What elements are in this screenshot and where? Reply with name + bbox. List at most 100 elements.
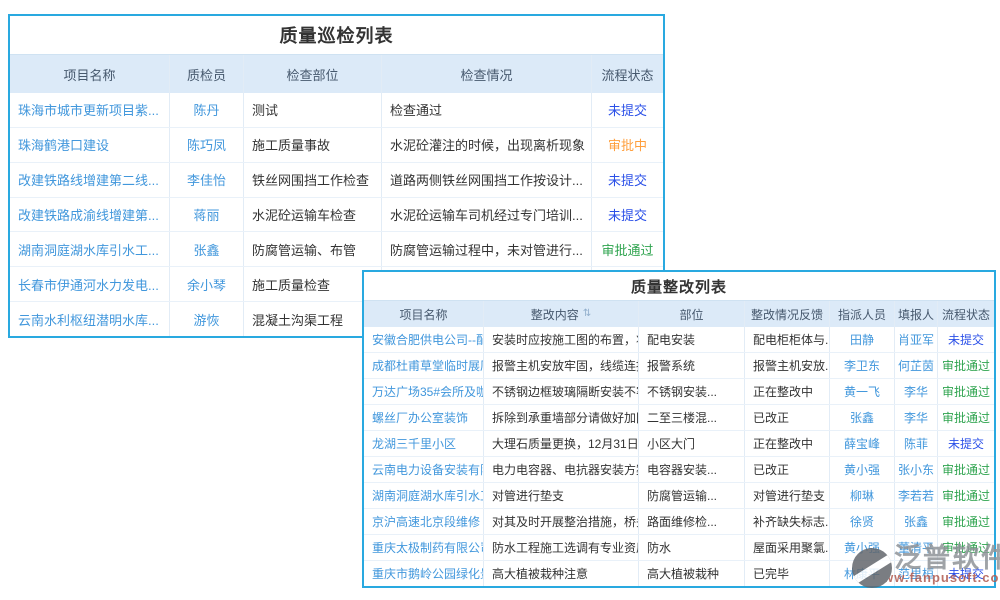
cell-link[interactable]: 万达广场35#会所及咖啡厅空... — [364, 379, 484, 404]
table-cell: 安装时应按施工图的布置，将... — [484, 327, 639, 352]
table-cell: 防水工程施工选调有专业资质... — [484, 535, 639, 560]
table-row[interactable]: 云南电力设备安装有限公司20...电力电容器、电抗器安装方案,...电容器安装.… — [364, 457, 994, 483]
cell-link[interactable]: 重庆市鹅岭公园绿化景观提升... — [364, 561, 484, 586]
cell-link[interactable]: 张小东 — [895, 457, 938, 482]
cell-link[interactable]: 黄小强 — [830, 535, 895, 560]
table-row[interactable]: 湖南洞庭湖水库引水工...张鑫防腐管运输、布管防腐管运输过程中，未对管进行...… — [10, 232, 663, 267]
column-header[interactable]: 检查部位 — [244, 55, 382, 93]
cell-link[interactable]: 黄一飞 — [830, 379, 895, 404]
cell-link[interactable]: 湖南洞庭湖水库引水工... — [10, 232, 170, 266]
table-row[interactable]: 龙湖三千里小区大理石质量更换，12月31日之...小区大门正在整改中薛宝峰陈菲未… — [364, 431, 994, 457]
cell-link[interactable]: 薛宝峰 — [830, 431, 895, 456]
cell-link[interactable]: 陈巧凤 — [170, 128, 244, 162]
column-header[interactable]: 整改内容 ⇅ — [484, 301, 639, 327]
column-header-label: 整改内容 — [531, 306, 579, 323]
table-body: 安徽合肥供电公司--配电设备...安装时应按施工图的布置，将...配电安装配电柜… — [364, 327, 994, 586]
column-header-label: 检查部位 — [286, 65, 338, 84]
cell-link[interactable]: 余小琴 — [170, 267, 244, 301]
table-cell: 测试 — [244, 93, 382, 127]
cell-link[interactable]: 田静 — [830, 327, 895, 352]
table-cell: 二至三楼混... — [639, 405, 745, 430]
column-header[interactable]: 项目名称 — [364, 301, 484, 327]
table-row[interactable]: 螺丝厂办公室装饰拆除到承重墙部分请做好加固...二至三楼混...已改正张鑫李华审… — [364, 405, 994, 431]
table-row[interactable]: 京沪高速北京段维修对其及时开展整治措施，桥头...路面维修检...补齐缺失标志.… — [364, 509, 994, 535]
column-header-label: 指派人员 — [838, 306, 886, 323]
cell-link[interactable]: 李华 — [895, 405, 938, 430]
status-text: 审批通过 — [938, 535, 994, 560]
cell-link[interactable]: 徐贤 — [830, 509, 895, 534]
table-cell: 不锈钢安装... — [639, 379, 745, 404]
cell-link[interactable]: 黄小强 — [830, 457, 895, 482]
status-text: 审批通过 — [592, 232, 663, 266]
cell-link[interactable]: 京沪高速北京段维修 — [364, 509, 484, 534]
table-cell: 电力电容器、电抗器安装方案,... — [484, 457, 639, 482]
column-header[interactable]: 部位 — [639, 301, 745, 327]
cell-link[interactable]: 重庆太极制药有限公司毫州中... — [364, 535, 484, 560]
cell-link[interactable]: 珠海鹤港口建设 — [10, 128, 170, 162]
cell-link[interactable]: 改建铁路成渝线增建第... — [10, 198, 170, 232]
column-header[interactable]: 填报人 — [895, 301, 938, 327]
cell-link[interactable]: 李卫东 — [830, 353, 895, 378]
table-row[interactable]: 改建铁路线增建第二线...李佳怡铁丝网围挡工作检查道路两侧铁丝网围挡工作按设计.… — [10, 163, 663, 198]
cell-link[interactable]: 张鑫 — [830, 405, 895, 430]
cell-link[interactable]: 何芷茵 — [895, 353, 938, 378]
table-row[interactable]: 珠海鹤港口建设陈巧凤施工质量事故水泥砼灌注的时候，出现离析现象审批中 — [10, 128, 663, 163]
cell-link[interactable]: 螺丝厂办公室装饰 — [364, 405, 484, 430]
table-row[interactable]: 珠海市城市更新项目紫...陈丹测试检查通过未提交 — [10, 93, 663, 128]
table-row[interactable]: 重庆太极制药有限公司毫州中...防水工程施工选调有专业资质...防水屋面采用聚氯… — [364, 535, 994, 561]
cell-link[interactable]: 张鑫 — [895, 509, 938, 534]
column-header[interactable]: 整改情况反馈 — [745, 301, 830, 327]
table-cell: 报警主机安放牢固，线缆连接... — [484, 353, 639, 378]
cell-link[interactable]: 陈菲 — [895, 431, 938, 456]
column-header[interactable]: 指派人员 — [830, 301, 895, 327]
table-row[interactable]: 重庆市鹅岭公园绿化景观提升...高大植被栽种注意高大植被栽种已完毕林康平范里桓未… — [364, 561, 994, 586]
table-cell: 报警系统 — [639, 353, 745, 378]
column-header[interactable]: 流程状态 — [938, 301, 994, 327]
cell-link[interactable]: 珠海市城市更新项目紫... — [10, 93, 170, 127]
status-text: 审批通过 — [938, 353, 994, 378]
cell-link[interactable]: 改建铁路线增建第二线... — [10, 163, 170, 197]
rectification-table: 项目名称整改内容⇅部位整改情况反馈指派人员填报人流程状态安徽合肥供电公司--配电… — [364, 300, 994, 586]
table-cell: 高大植被栽种注意 — [484, 561, 639, 586]
cell-link[interactable]: 龙湖三千里小区 — [364, 431, 484, 456]
cell-link[interactable]: 范里桓 — [895, 561, 938, 586]
cell-link[interactable]: 云南电力设备安装有限公司20... — [364, 457, 484, 482]
cell-link[interactable]: 肖亚军 — [895, 327, 938, 352]
column-header[interactable]: 流程状态 — [592, 55, 663, 93]
cell-link[interactable]: 柳琳 — [830, 483, 895, 508]
cell-link[interactable]: 李若若 — [895, 483, 938, 508]
table-cell: 铁丝网围挡工作检查 — [244, 163, 382, 197]
table-cell: 已改正 — [745, 457, 830, 482]
column-header-label: 流程状态 — [601, 65, 653, 84]
desktop-canvas: 质量巡检列表 项目名称质检员检查部位检查情况流程状态珠海市城市更新项目紫...陈… — [0, 0, 1000, 600]
table-cell: 水泥砼灌注的时候，出现离析现象 — [382, 128, 592, 162]
cell-link[interactable]: 李佳怡 — [170, 163, 244, 197]
status-text: 审批通过 — [938, 483, 994, 508]
table-cell: 补齐缺失标志... — [745, 509, 830, 534]
cell-link[interactable]: 长春市伊通河水力发电... — [10, 267, 170, 301]
sort-icon[interactable]: ⇅ — [583, 309, 591, 319]
cell-link[interactable]: 蒋丽 — [170, 198, 244, 232]
column-header-label: 部位 — [679, 306, 703, 323]
column-header[interactable]: 质检员 — [170, 55, 244, 93]
table-row[interactable]: 万达广场35#会所及咖啡厅空...不锈钢边框玻璃隔断安装不牢...不锈钢安装..… — [364, 379, 994, 405]
table-row[interactable]: 改建铁路成渝线增建第...蒋丽水泥砼运输车检查水泥砼运输车司机经过专门培训...… — [10, 198, 663, 233]
cell-link[interactable]: 湖南洞庭湖水库引水工程施工标 — [364, 483, 484, 508]
cell-link[interactable]: 游恢 — [170, 302, 244, 336]
column-header-label: 质检员 — [187, 65, 226, 84]
cell-link[interactable]: 陈丹 — [170, 93, 244, 127]
cell-link[interactable]: 云南水利枢纽潜明水库... — [10, 302, 170, 336]
cell-link[interactable]: 张鑫 — [170, 232, 244, 266]
table-row[interactable]: 湖南洞庭湖水库引水工程施工标对管进行垫支防腐管运输...对管进行垫支柳琳李若若审… — [364, 483, 994, 509]
column-header[interactable]: 检查情况 — [382, 55, 592, 93]
table-row[interactable]: 成都杜甫草堂临时展厅独立展...报警主机安放牢固，线缆连接...报警系统报警主机… — [364, 353, 994, 379]
cell-link[interactable]: 成都杜甫草堂临时展厅独立展... — [364, 353, 484, 378]
table-cell: 道路两侧铁丝网围挡工作按设计... — [382, 163, 592, 197]
cell-link[interactable]: 安徽合肥供电公司--配电设备... — [364, 327, 484, 352]
cell-link[interactable]: 李华 — [895, 379, 938, 404]
status-text: 未提交 — [938, 327, 994, 352]
table-row[interactable]: 安徽合肥供电公司--配电设备...安装时应按施工图的布置，将...配电安装配电柜… — [364, 327, 994, 353]
column-header[interactable]: 项目名称 — [10, 55, 170, 93]
cell-link[interactable]: 林康平 — [830, 561, 895, 586]
cell-link[interactable]: 董清平 — [895, 535, 938, 560]
